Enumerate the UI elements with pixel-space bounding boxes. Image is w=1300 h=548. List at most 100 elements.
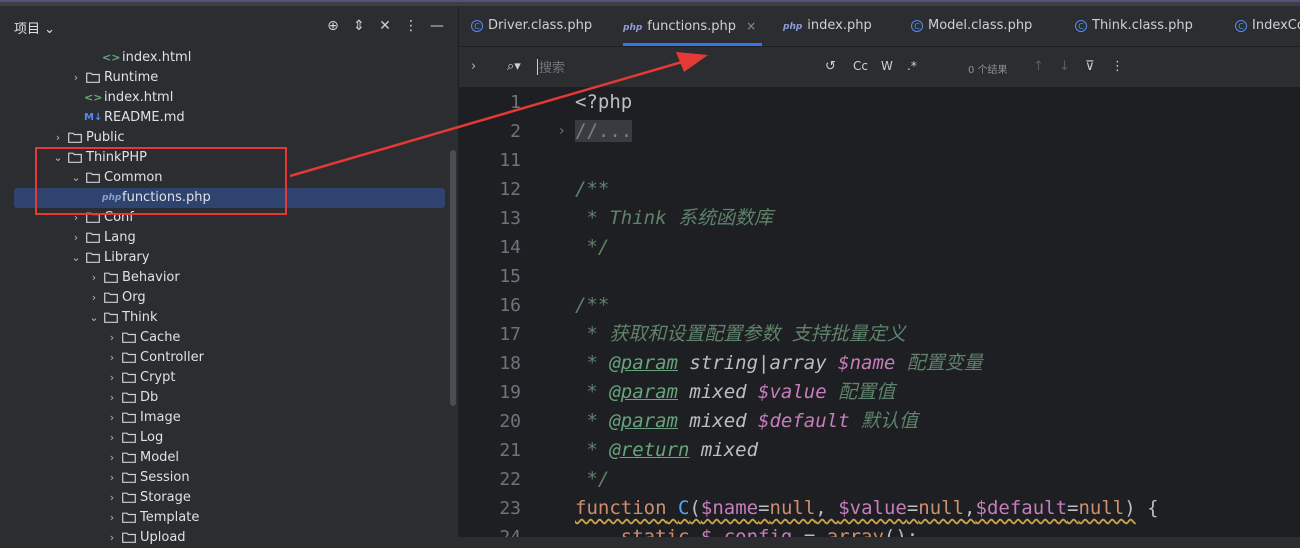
folder-icon	[122, 512, 136, 523]
tree-item[interactable]: › Db	[0, 388, 445, 408]
next-occurrence-icon[interactable]: ↓	[1059, 59, 1070, 74]
folder-icon	[122, 392, 136, 403]
tree-item[interactable]: <> index.html	[0, 48, 445, 68]
tree-item[interactable]: › Model	[0, 448, 445, 468]
tree-item[interactable]: › Template	[0, 508, 445, 528]
chevron-right-icon[interactable]: ›	[70, 68, 82, 88]
tree-item[interactable]: › Storage	[0, 488, 445, 508]
tree-item[interactable]: › Upload	[0, 528, 445, 548]
code-line: */	[575, 468, 610, 490]
search-history-icon[interactable]: ⌕▾	[507, 59, 521, 74]
class-icon: C	[1235, 19, 1247, 32]
project-panel: 项目 ⌄ ⊕ ⇕ ✕ ⋮ — <> index.html › Runtime <> ind…	[0, 6, 458, 545]
html-file-icon: <>	[84, 91, 103, 104]
tree-item[interactable]: › Controller	[0, 348, 445, 368]
whole-words-toggle[interactable]: W	[881, 59, 893, 73]
search-options-icon[interactable]: ⋮	[1111, 59, 1124, 74]
options-menu-icon[interactable]: ⋮	[402, 17, 420, 35]
code-line: //...	[575, 120, 633, 142]
editor-tab-label: functions.php	[647, 19, 737, 34]
code-line: * 获取和设置配置参数 支持批量定义	[575, 323, 906, 345]
code-editor[interactable]: 121112131415161718192021222324 › <?php /…	[459, 88, 1300, 537]
chevron-right-icon[interactable]: ›	[88, 268, 100, 288]
tree-item[interactable]: › Cache	[0, 328, 445, 348]
locate-icon[interactable]: ⊕	[324, 17, 342, 35]
chevron-right-icon[interactable]: ›	[106, 368, 118, 388]
project-panel-title[interactable]: 项目 ⌄	[14, 18, 55, 37]
chevron-right-icon[interactable]: ›	[106, 408, 118, 428]
tree-item-label: Think	[122, 310, 158, 325]
tree-item[interactable]: › Lang	[0, 228, 445, 248]
folder-icon	[104, 312, 118, 323]
folder-icon	[122, 472, 136, 483]
tree-item-label: Image	[140, 410, 181, 425]
tree-item-label: Controller	[140, 350, 204, 365]
folder-icon	[86, 252, 100, 263]
filter-icon[interactable]: ⊽	[1085, 59, 1095, 74]
chevron-right-icon[interactable]: ›	[106, 488, 118, 508]
chevron-right-icon[interactable]: ›	[106, 428, 118, 448]
chevron-right-icon[interactable]: ›	[70, 228, 82, 248]
chevron-right-icon[interactable]: ›	[106, 388, 118, 408]
chevron-right-icon[interactable]: ›	[106, 508, 118, 528]
chevron-right-icon[interactable]: ›	[106, 328, 118, 348]
tree-item[interactable]: ⌄ Think	[0, 308, 445, 328]
folder-icon	[122, 332, 136, 343]
preserve-case-icon[interactable]: ↺	[825, 59, 836, 74]
editor-tab[interactable]: C Think.class.php	[1075, 6, 1193, 46]
tree-item[interactable]: › Image	[0, 408, 445, 428]
editor-tab[interactable]: php index.php	[783, 6, 872, 46]
search-input[interactable]	[537, 57, 811, 79]
chevron-right-icon[interactable]: ›	[106, 468, 118, 488]
hide-panel-icon[interactable]: —	[428, 17, 446, 35]
previous-occurrence-icon[interactable]: ↑	[1033, 59, 1044, 74]
close-tab-icon[interactable]: ×	[746, 19, 756, 33]
tree-item-label: Public	[86, 130, 125, 145]
tree-item[interactable]: › Behavior	[0, 268, 445, 288]
match-case-toggle[interactable]: Cc	[853, 59, 868, 73]
code-line: <?php	[575, 91, 633, 113]
expand-replace-icon[interactable]: ›	[471, 59, 476, 74]
chevron-down-icon[interactable]: ⌄	[88, 308, 100, 328]
folder-icon	[122, 372, 136, 383]
collapse-all-icon[interactable]: ✕	[376, 17, 394, 35]
chevron-right-icon[interactable]: ›	[106, 528, 118, 548]
tree-item[interactable]: › Session	[0, 468, 445, 488]
folder-icon	[104, 272, 118, 283]
tree-item[interactable]: M↓ README.md	[0, 108, 445, 128]
editor-tab[interactable]: C Driver.class.php	[471, 6, 592, 46]
line-number: 16	[499, 295, 521, 316]
code-line: * @param mixed $value 配置值	[575, 381, 896, 403]
editor-tab[interactable]: C Model.class.php	[911, 6, 1032, 46]
tree-item-label: index.html	[104, 90, 174, 105]
tree-item[interactable]: › Runtime	[0, 68, 445, 88]
tree-item[interactable]: ⌄ Library	[0, 248, 445, 268]
tree-item-label: Session	[140, 470, 190, 485]
code-line: /**	[575, 178, 610, 200]
chevron-right-icon[interactable]: ›	[52, 128, 64, 148]
tree-item[interactable]: › Log	[0, 428, 445, 448]
editor-tab[interactable]: C IndexCo	[1235, 6, 1300, 46]
editor-tab-label: IndexCo	[1252, 18, 1300, 33]
folder-icon	[122, 532, 136, 543]
chevron-right-icon[interactable]: ›	[106, 448, 118, 468]
chevron-right-icon[interactable]: ›	[88, 288, 100, 308]
code-line: * Think 系统函数库	[575, 207, 773, 229]
chevron-right-icon[interactable]: ›	[106, 348, 118, 368]
class-icon: C	[911, 19, 923, 32]
tree-item[interactable]: › Org	[0, 288, 445, 308]
regex-toggle[interactable]: .*	[907, 59, 917, 73]
tree-item[interactable]: <> index.html	[0, 88, 445, 108]
tree-item[interactable]: › Public	[0, 128, 445, 148]
chevron-down-icon[interactable]: ⌄	[70, 248, 82, 268]
line-number: 2	[510, 121, 521, 142]
editor-tab[interactable]: php functions.php ×	[623, 6, 763, 46]
expand-all-icon[interactable]: ⇕	[350, 17, 368, 35]
tree-item[interactable]: › Crypt	[0, 368, 445, 388]
php-icon: php	[623, 23, 643, 33]
code-line: static $_config = array();	[620, 526, 919, 537]
fold-expand-icon[interactable]: ›	[559, 117, 565, 146]
editor-tab-bar: C Driver.class.php php functions.php × php ind…	[459, 6, 1300, 47]
tree-scrollbar[interactable]	[450, 150, 456, 406]
line-number: 15	[499, 266, 521, 287]
